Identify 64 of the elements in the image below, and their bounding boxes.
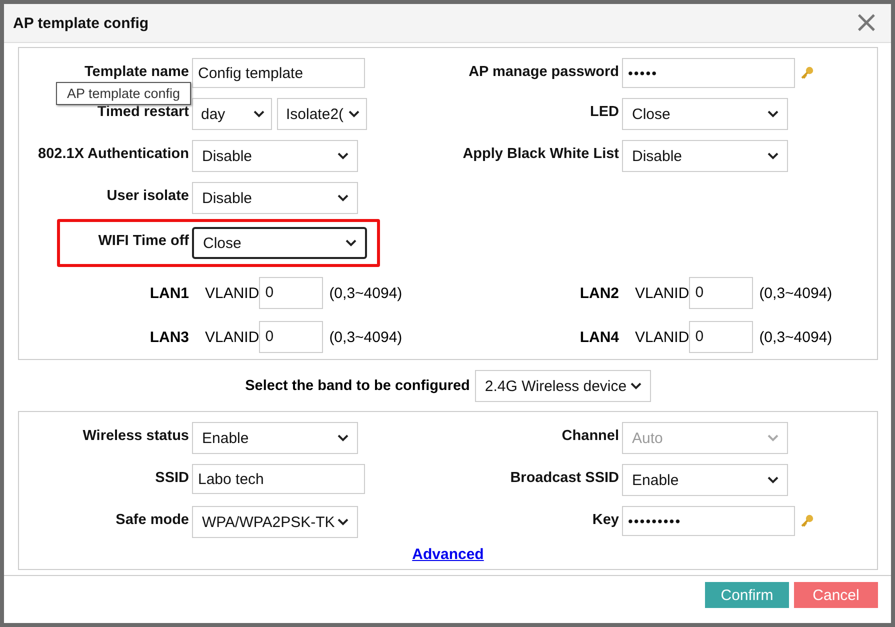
dropdown[interactable]: Disable [622, 140, 788, 172]
field-label: LAN1 [148, 284, 189, 302]
dropdown[interactable]: Enable [192, 422, 358, 454]
field-label: Apply Black White List [462, 145, 620, 162]
dropdown[interactable]: Close [622, 98, 788, 130]
range-hint: (0,3~4094) [759, 284, 832, 302]
field-label: Channel [560, 427, 620, 444]
field-label: LED [589, 103, 620, 120]
close-button[interactable]: × [850, 10, 883, 36]
field-label: LAN4 [578, 328, 619, 346]
password-field[interactable]: ••••• [622, 58, 795, 88]
input-field[interactable]: 0 [689, 321, 754, 353]
field-label: VLANID [205, 328, 260, 346]
field-label: Wireless status [82, 427, 190, 444]
field-label: VLANID [635, 284, 690, 302]
dropdown[interactable]: Enable [622, 464, 788, 496]
tooltip: AP template config [56, 82, 192, 105]
chevron-icon [337, 194, 349, 202]
chevron-icon [630, 382, 642, 390]
field-label: Safe mode [114, 511, 190, 528]
chevron-icon [345, 239, 357, 247]
chevron-icon [337, 434, 349, 442]
field-label: Template name [84, 63, 190, 80]
chevron-icon [337, 518, 349, 526]
field-label: 802.1X Authentication [37, 145, 190, 162]
dropdown[interactable]: Close [192, 227, 367, 259]
field-label: Timed restart [96, 103, 190, 120]
field-label: Select the band to be configured [245, 378, 470, 394]
chevron-icon [767, 110, 779, 118]
input-field[interactable]: 0 [259, 321, 324, 353]
field-label: AP manage password [468, 63, 620, 80]
chevron-icon [348, 110, 360, 118]
dropdown[interactable]: WPA/WPA2PSK-TK [192, 506, 358, 538]
field-label: User isolate [106, 187, 190, 204]
range-hint: (0,3~4094) [329, 284, 402, 302]
chevron-icon [253, 110, 265, 118]
field-label: WIFI Time off [97, 232, 190, 249]
chevron-icon [767, 476, 779, 484]
chevron-icon [767, 152, 779, 160]
range-hint: (0,3~4094) [759, 328, 832, 346]
dropdown[interactable]: Disable [192, 140, 358, 172]
dropdown[interactable]: day [192, 98, 272, 130]
password-field[interactable]: ••••••••• [622, 506, 795, 536]
field-label: Key [591, 511, 620, 528]
field-label: Broadcast SSID [509, 469, 620, 486]
window-title: AP template config [13, 14, 149, 32]
input-field[interactable]: Config template [192, 58, 365, 88]
key-icon [800, 66, 814, 80]
field-label: LAN2 [578, 284, 619, 302]
input-field[interactable]: 0 [259, 277, 324, 309]
key-icon [800, 514, 814, 528]
field-label: SSID [154, 469, 190, 486]
field-label: LAN3 [148, 328, 189, 346]
dropdown[interactable]: Isolate2( [277, 98, 367, 130]
chevron-icon [337, 152, 349, 160]
input-field[interactable]: 0 [689, 277, 754, 309]
field-label: VLANID [635, 328, 690, 346]
advanced-link[interactable]: Advanced [412, 546, 484, 563]
dropdown[interactable]: Disable [192, 182, 358, 214]
dropdown[interactable]: 2.4G Wireless device [474, 370, 651, 402]
field-label: VLANID [205, 284, 260, 302]
chevron-icon [767, 434, 779, 442]
input-field[interactable]: Labo tech [192, 464, 365, 494]
range-hint: (0,3~4094) [329, 328, 402, 346]
